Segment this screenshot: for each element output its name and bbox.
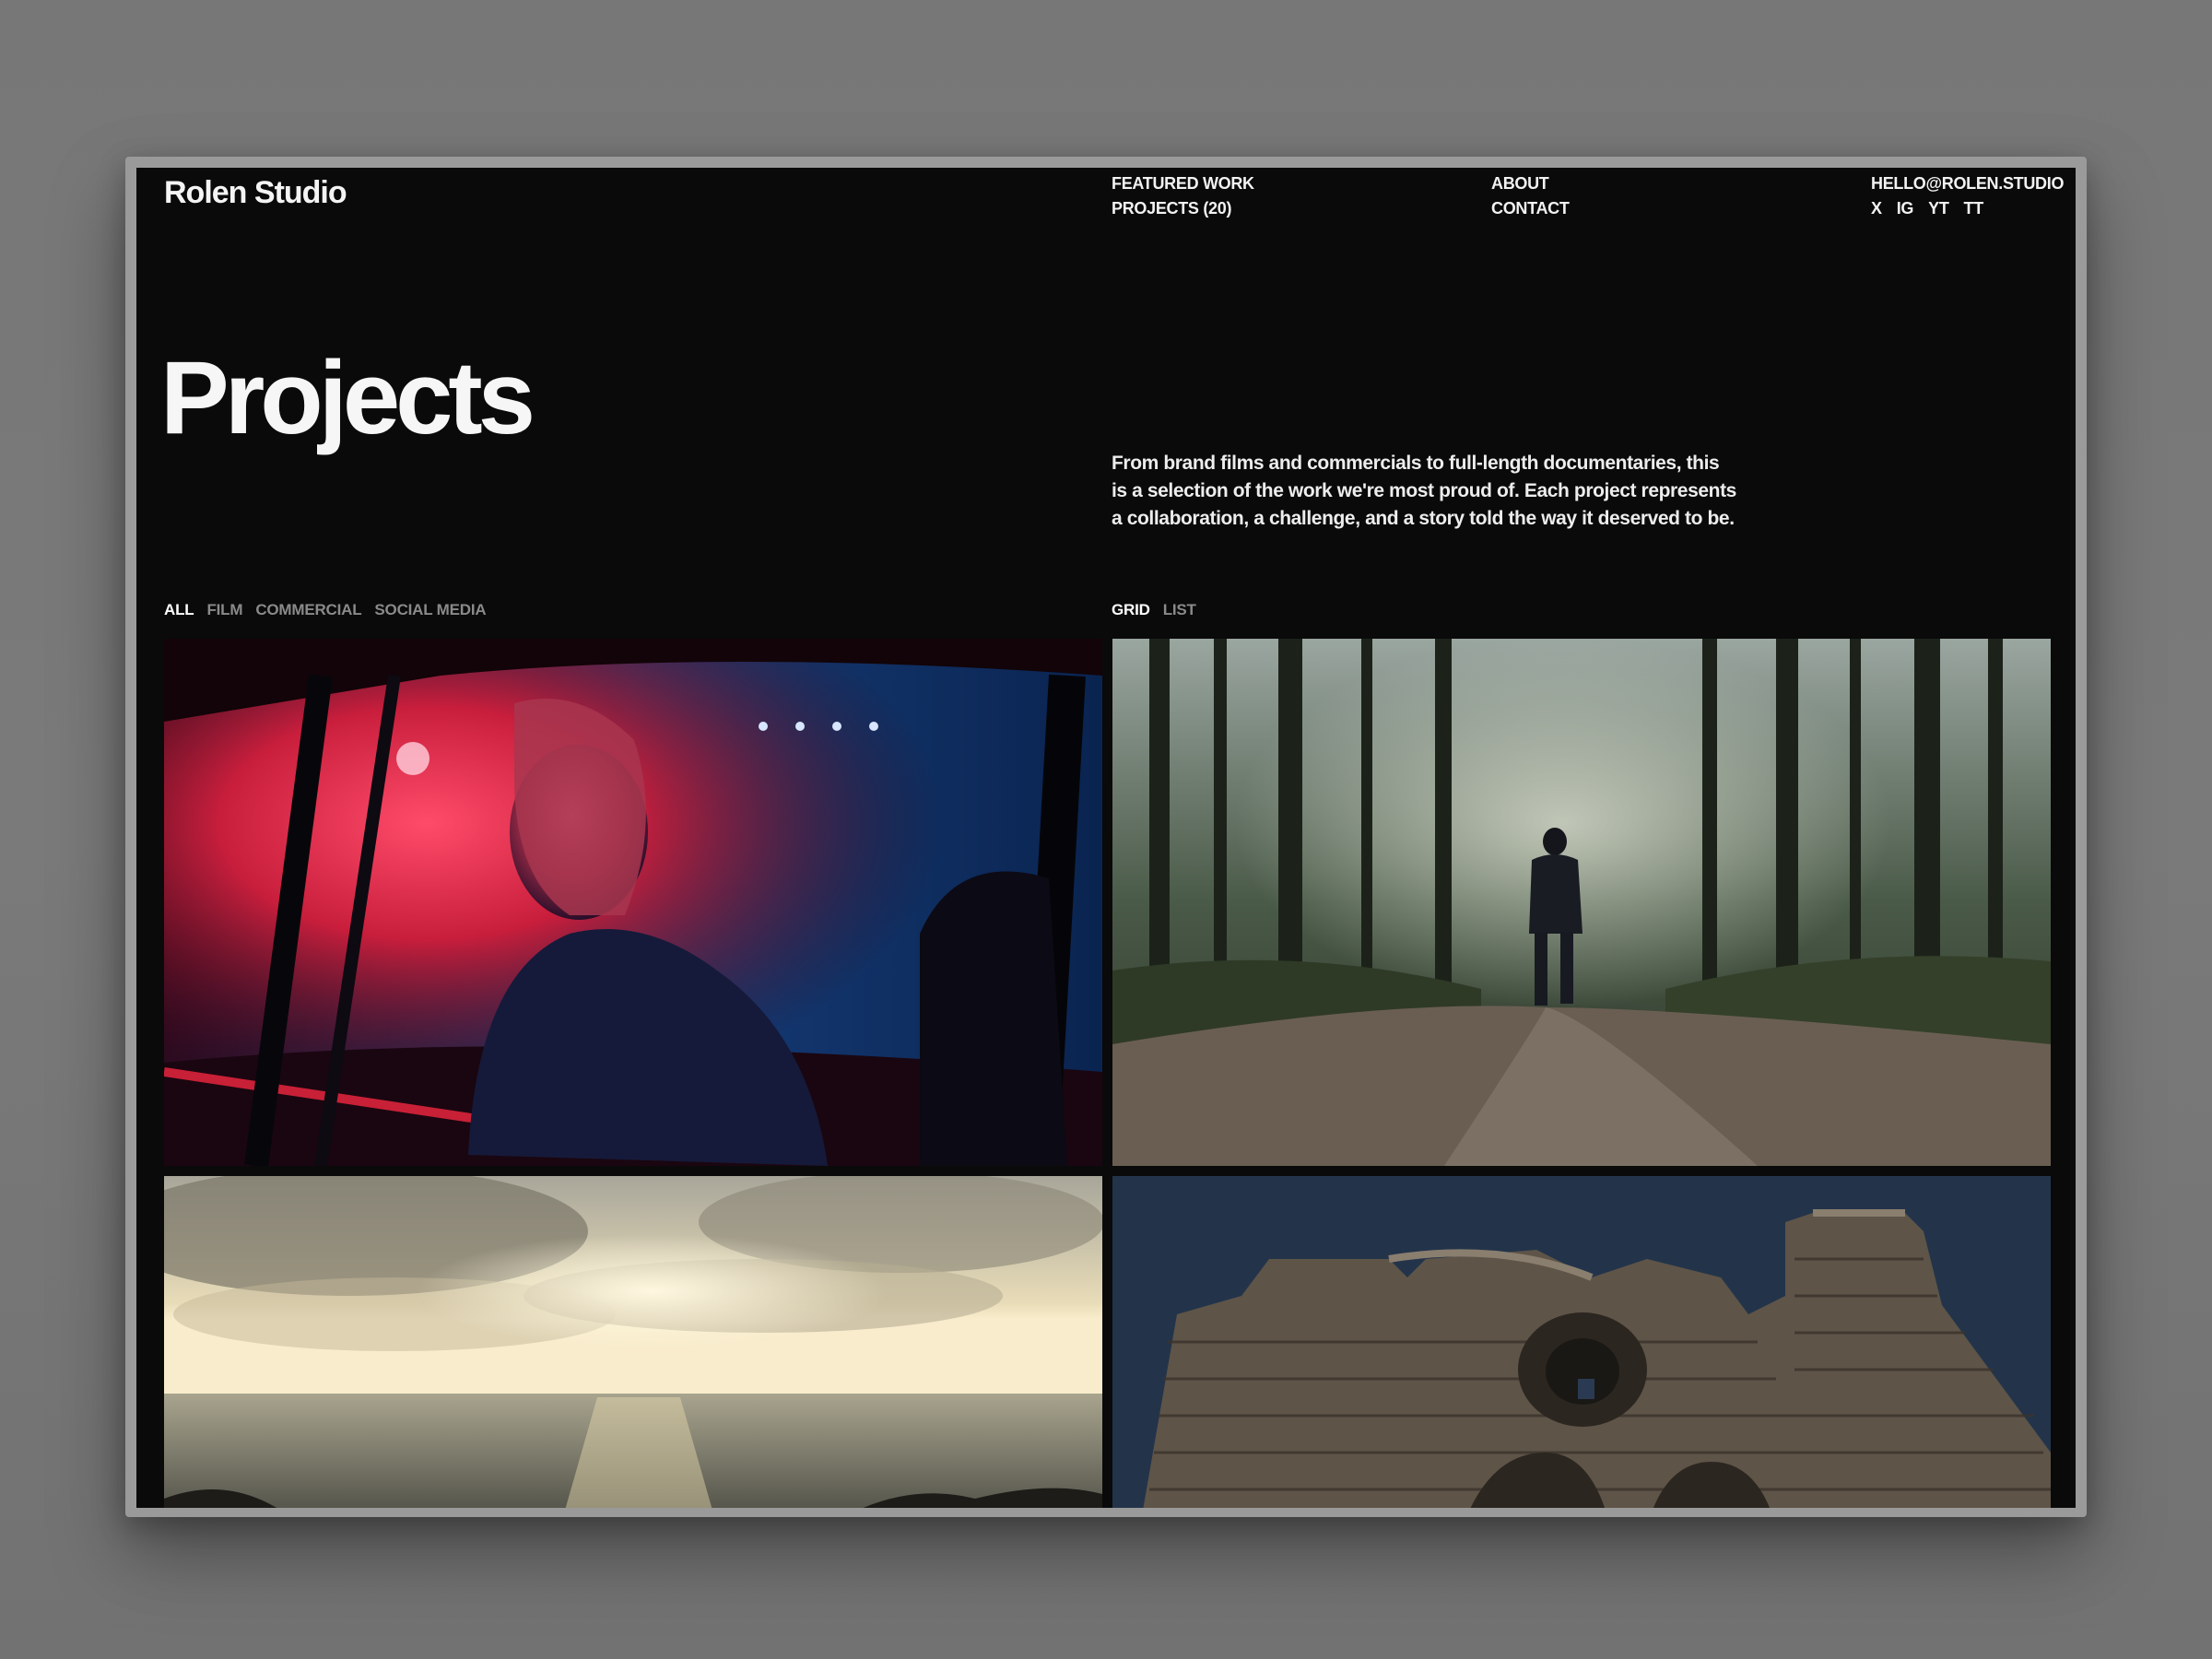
nav-column-work: FEATURED WORK PROJECTS (20): [1112, 174, 1254, 218]
nav-contact[interactable]: CONTACT: [1491, 199, 1570, 218]
nav-featured-work[interactable]: FEATURED WORK: [1112, 174, 1254, 194]
nav-projects[interactable]: PROJECTS (20): [1112, 199, 1254, 218]
view-list[interactable]: LIST: [1163, 601, 1196, 619]
intro-paragraph: From brand films and commercials to full…: [1112, 453, 1736, 529]
project-card-ocean-sunset[interactable]: [164, 1176, 1102, 1508]
project-thumbnail-car-night: [164, 639, 1102, 1166]
project-thumbnail-stone-ruins: [1112, 1176, 2051, 1508]
page-title: Projects: [160, 340, 535, 455]
social-youtube-link[interactable]: YT: [1928, 199, 1949, 218]
view-grid[interactable]: GRID: [1112, 601, 1150, 619]
nav-column-contact: HELLO@ROLEN.STUDIO X IG YT TT: [1871, 174, 2064, 218]
category-filters: ALL FILM COMMERCIAL SOCIAL MEDIA: [164, 601, 487, 619]
projects-grid: [164, 639, 2051, 1508]
filter-film[interactable]: FILM: [206, 601, 242, 619]
view-toggle: GRID LIST: [1112, 601, 1196, 619]
social-instagram-link[interactable]: IG: [1897, 199, 1914, 218]
website-screen: Rolen Studio FEATURED WORK PROJECTS (20)…: [136, 168, 2076, 1508]
filter-social-media[interactable]: SOCIAL MEDIA: [374, 601, 486, 619]
social-links: X IG YT TT: [1871, 199, 2064, 218]
site-logo[interactable]: Rolen Studio: [164, 175, 347, 211]
nav-about[interactable]: ABOUT: [1491, 174, 1570, 194]
social-tiktok-link[interactable]: TT: [1964, 199, 1984, 218]
project-card-car-night[interactable]: [164, 639, 1102, 1166]
social-x-link[interactable]: X: [1871, 199, 1882, 218]
project-card-forest-walk[interactable]: [1112, 639, 2051, 1166]
project-card-stone-ruins[interactable]: [1112, 1176, 2051, 1508]
project-thumbnail-forest-walk: [1112, 639, 2051, 1166]
filter-commercial[interactable]: COMMERCIAL: [255, 601, 361, 619]
email-link[interactable]: HELLO@ROLEN.STUDIO: [1871, 174, 2064, 194]
nav-column-info: ABOUT CONTACT: [1491, 174, 1570, 218]
filter-all[interactable]: ALL: [164, 601, 194, 619]
project-thumbnail-ocean-sunset: [164, 1176, 1102, 1508]
